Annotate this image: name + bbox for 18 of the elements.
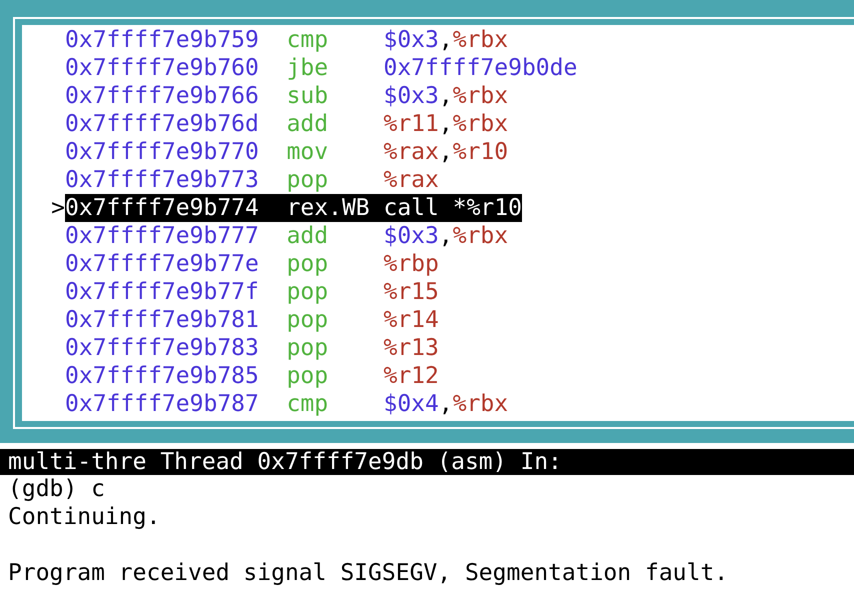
asm-line: 0x7ffff7e9b770 mov %rax,%r10 <box>65 138 508 166</box>
asm-line: 0x7ffff7e9b760 jbe 0x7ffff7e9b0de <box>65 54 578 82</box>
asm-line: 0x7ffff7e9b783 pop %r13 <box>65 334 439 362</box>
asm-line: 0x7ffff7e9b77e pop %rbp <box>65 250 439 278</box>
asm-line: 0x7ffff7e9b787 cmp $0x4,%rbx <box>65 390 508 418</box>
asm-line: 0x7ffff7e9b759 cmp $0x3,%rbx <box>65 26 508 54</box>
console-line: Continuing. <box>8 503 160 531</box>
console-line: Program received signal SIGSEGV, Segmentation fault. <box>8 559 728 587</box>
asm-line: 0x7ffff7e9b766 sub $0x3,%rbx <box>65 82 508 110</box>
asm-line: 0x7ffff7e9b781 pop %r14 <box>65 306 439 334</box>
current-line-marker: > <box>51 195 65 221</box>
asm-line: 0x7ffff7e9b785 pop %r12 <box>65 362 439 390</box>
asm-line: 0x7ffff7e9b76d add %r11,%rbx <box>65 110 508 138</box>
asm-line: 0x7ffff7e9b773 pop %rax <box>65 166 439 194</box>
asm-line: 0x7ffff7e9b777 add $0x3,%rbx <box>65 222 508 250</box>
status-bar: multi-thre Thread 0x7ffff7e9db (asm) In: <box>0 449 854 475</box>
asm-line: 0x7ffff7e9b77f pop %r15 <box>65 278 439 306</box>
console-line: (gdb) c <box>8 475 105 503</box>
